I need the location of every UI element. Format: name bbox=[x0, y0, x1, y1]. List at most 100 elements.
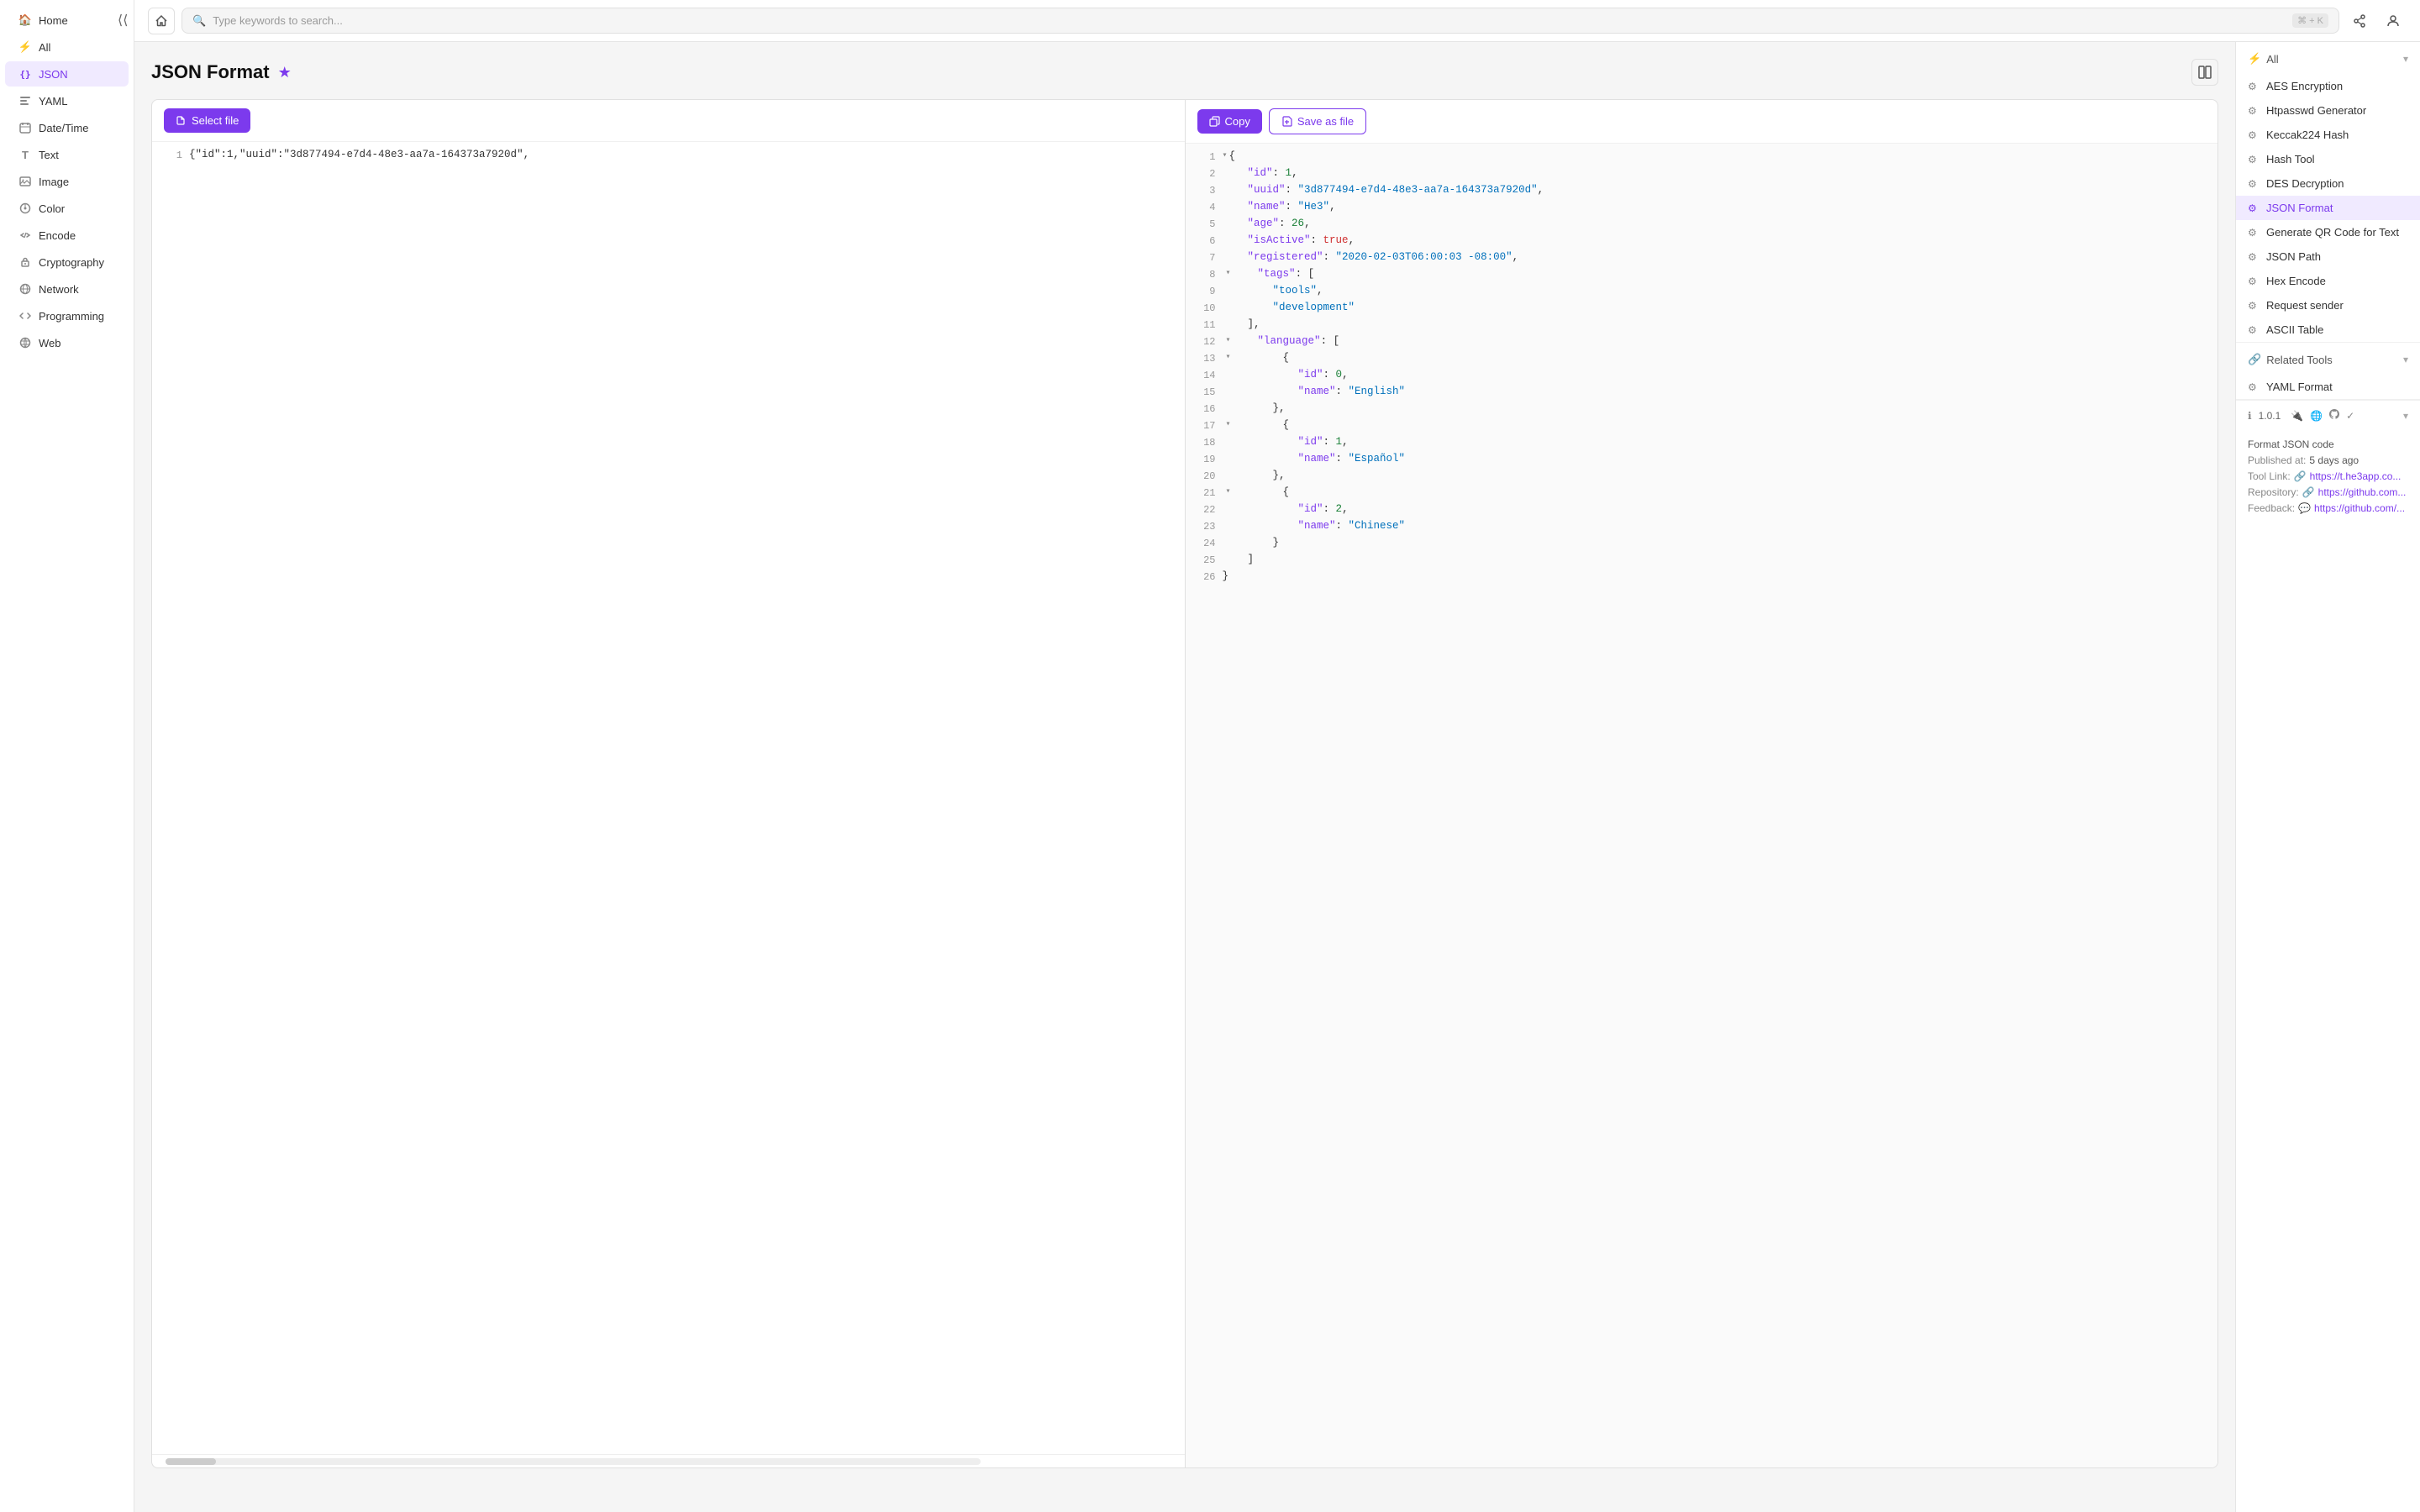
plugin-icon: 🔌 bbox=[2291, 410, 2303, 422]
user-button[interactable] bbox=[2380, 8, 2407, 34]
search-bar[interactable]: 🔍 Type keywords to search... ⌘ + K bbox=[182, 8, 2339, 34]
sidebar-item-label: All bbox=[39, 41, 50, 54]
code-line: 19 "name": "Español" bbox=[1186, 453, 2218, 470]
published-value: 5 days ago bbox=[2309, 454, 2359, 466]
code-line: 5 "age": 26, bbox=[1186, 218, 2218, 234]
tool-info: Format JSON code Published at: 5 days ag… bbox=[2236, 430, 2420, 527]
copy-button[interactable]: Copy bbox=[1197, 109, 1262, 134]
sidebar-item-datetime[interactable]: Date/Time bbox=[5, 115, 129, 140]
horizontal-scrollbar[interactable] bbox=[166, 1458, 981, 1465]
sidebar-item-image[interactable]: Image bbox=[5, 169, 129, 194]
sidebar-item-web[interactable]: Web bbox=[5, 330, 129, 355]
code-line: 8 ▾ "tags": [ bbox=[1186, 268, 2218, 285]
feedback-icon: 💬 bbox=[2298, 502, 2311, 514]
sidebar-item-programming[interactable]: Programming bbox=[5, 303, 129, 328]
sidebar-item-encode[interactable]: Encode bbox=[5, 223, 129, 248]
published-row: Published at: 5 days ago bbox=[2248, 454, 2408, 466]
related-section-chevron[interactable]: ▾ bbox=[2403, 354, 2408, 365]
rs-item-yaml-format[interactable]: ⚙ YAML Format bbox=[2236, 375, 2420, 399]
all-section-title: ⚡ All bbox=[2248, 52, 2279, 66]
version-chevron[interactable]: ▾ bbox=[2403, 410, 2408, 422]
json-format-icon: ⚙ bbox=[2248, 202, 2260, 214]
code-line: 18 "id": 1, bbox=[1186, 436, 2218, 453]
hex-encode-icon: ⚙ bbox=[2248, 276, 2260, 287]
code-line: 15 "name": "English" bbox=[1186, 386, 2218, 402]
code-line: 22 "id": 2, bbox=[1186, 503, 2218, 520]
image-icon bbox=[18, 175, 32, 188]
sidebar-item-json[interactable]: {} JSON bbox=[5, 61, 129, 87]
rs-item-qr[interactable]: ⚙ Generate QR Code for Text bbox=[2236, 220, 2420, 244]
sidebar-item-network[interactable]: Network bbox=[5, 276, 129, 302]
home-button[interactable] bbox=[148, 8, 175, 34]
feedback-label: Feedback: bbox=[2248, 502, 2295, 514]
code-line: 2 "id": 1, bbox=[1186, 167, 2218, 184]
code-line: 6 "isActive": true, bbox=[1186, 234, 2218, 251]
rs-item-keccak[interactable]: ⚙ Keccak224 Hash bbox=[2236, 123, 2420, 147]
rs-item-hex-encode[interactable]: ⚙ Hex Encode bbox=[2236, 269, 2420, 293]
feedback-link[interactable]: https://github.com/... bbox=[2314, 502, 2405, 514]
code-line: 23 "name": "Chinese" bbox=[1186, 520, 2218, 537]
code-line: 25 ] bbox=[1186, 554, 2218, 570]
content-area: JSON Format ★ Select file bbox=[134, 42, 2235, 1512]
rs-item-json-path[interactable]: ⚙ JSON Path bbox=[2236, 244, 2420, 269]
code-line: 9 "tools", bbox=[1186, 285, 2218, 302]
sidebar-item-color[interactable]: Color bbox=[5, 196, 129, 221]
editor-container: Select file 1 {"id":1,"uuid":"3d877494-e… bbox=[151, 99, 2218, 1468]
sidebar-item-label: Cryptography bbox=[39, 256, 104, 269]
datetime-icon bbox=[18, 121, 32, 134]
sidebar-item-home[interactable]: 🏠 Home bbox=[5, 8, 129, 33]
rs-item-request-sender[interactable]: ⚙ Request sender bbox=[2236, 293, 2420, 318]
programming-icon bbox=[18, 309, 32, 323]
ascii-icon: ⚙ bbox=[2248, 324, 2260, 336]
sidebar: ⟨⟨ 🏠 Home ⚡ All {} JSON YAML Date/Time T… bbox=[0, 0, 134, 1512]
sidebar-item-yaml[interactable]: YAML bbox=[5, 88, 129, 113]
rs-item-htpasswd[interactable]: ⚙ Htpasswd Generator bbox=[2236, 98, 2420, 123]
info-icon: ℹ bbox=[2248, 410, 2252, 422]
repo-link[interactable]: https://github.com... bbox=[2318, 486, 2407, 498]
save-as-file-label: Save as file bbox=[1297, 115, 1354, 128]
sidebar-item-all[interactable]: ⚡ All bbox=[5, 34, 129, 60]
rs-item-hash[interactable]: ⚙ Hash Tool bbox=[2236, 147, 2420, 171]
layout-toggle[interactable] bbox=[2191, 59, 2218, 86]
rs-item-ascii[interactable]: ⚙ ASCII Table bbox=[2236, 318, 2420, 342]
color-icon bbox=[18, 202, 32, 215]
all-section-chevron[interactable]: ▾ bbox=[2403, 53, 2408, 65]
code-line: 24 } bbox=[1186, 537, 2218, 554]
code-line: 1 ▾ { bbox=[1186, 150, 2218, 167]
rs-item-aes[interactable]: ⚙ AES Encryption bbox=[2236, 74, 2420, 98]
rs-item-des[interactable]: ⚙ DES Decryption bbox=[2236, 171, 2420, 196]
save-as-file-button[interactable]: Save as file bbox=[1269, 108, 1366, 134]
sidebar-item-label: Programming bbox=[39, 310, 104, 323]
github-icon bbox=[2329, 409, 2339, 422]
yaml-icon bbox=[18, 94, 32, 108]
repo-row: Repository: 🔗 https://github.com... bbox=[2248, 486, 2408, 498]
output-panel: Copy Save as file 1 ▾ { bbox=[1186, 100, 2218, 1467]
htpasswd-icon: ⚙ bbox=[2248, 105, 2260, 117]
tool-link-icon: 🔗 bbox=[2294, 470, 2307, 482]
topbar-actions bbox=[2346, 8, 2407, 34]
sidebar-item-text[interactable]: T Text bbox=[5, 142, 129, 167]
tool-link-row: Tool Link: 🔗 https://t.he3app.co... bbox=[2248, 470, 2408, 482]
sidebar-item-label: JSON bbox=[39, 68, 68, 81]
search-icon: 🔍 bbox=[192, 14, 206, 28]
tool-link[interactable]: https://t.he3app.co... bbox=[2310, 470, 2402, 482]
code-editor-input[interactable]: 1 {"id":1,"uuid":"3d877494-e7d4-48e3-aa7… bbox=[152, 142, 1185, 1454]
star-button[interactable]: ★ bbox=[278, 64, 292, 81]
page-title: JSON Format bbox=[151, 61, 270, 83]
sidebar-item-label: Color bbox=[39, 202, 65, 215]
select-file-button[interactable]: Select file bbox=[164, 108, 250, 133]
share-button[interactable] bbox=[2346, 8, 2373, 34]
search-shortcut: ⌘ + K bbox=[2292, 13, 2328, 28]
code-line: 11 ], bbox=[1186, 318, 2218, 335]
rs-item-json-format[interactable]: ⚙ JSON Format bbox=[2236, 196, 2420, 220]
repo-icon: 🔗 bbox=[2302, 486, 2315, 498]
sidebar-toggle[interactable]: ⟨⟨ bbox=[118, 12, 128, 29]
code-line: 10 "development" bbox=[1186, 302, 2218, 318]
sidebar-item-crypto[interactable]: Cryptography bbox=[5, 249, 129, 275]
feedback-row: Feedback: 💬 https://github.com/... bbox=[2248, 502, 2408, 514]
sidebar-item-label: YAML bbox=[39, 95, 67, 108]
json-icon: {} bbox=[18, 67, 32, 81]
code-line: 1 {"id":1,"uuid":"3d877494-e7d4-48e3-aa7… bbox=[152, 149, 1185, 165]
code-line: 20 }, bbox=[1186, 470, 2218, 486]
qr-icon: ⚙ bbox=[2248, 227, 2260, 239]
